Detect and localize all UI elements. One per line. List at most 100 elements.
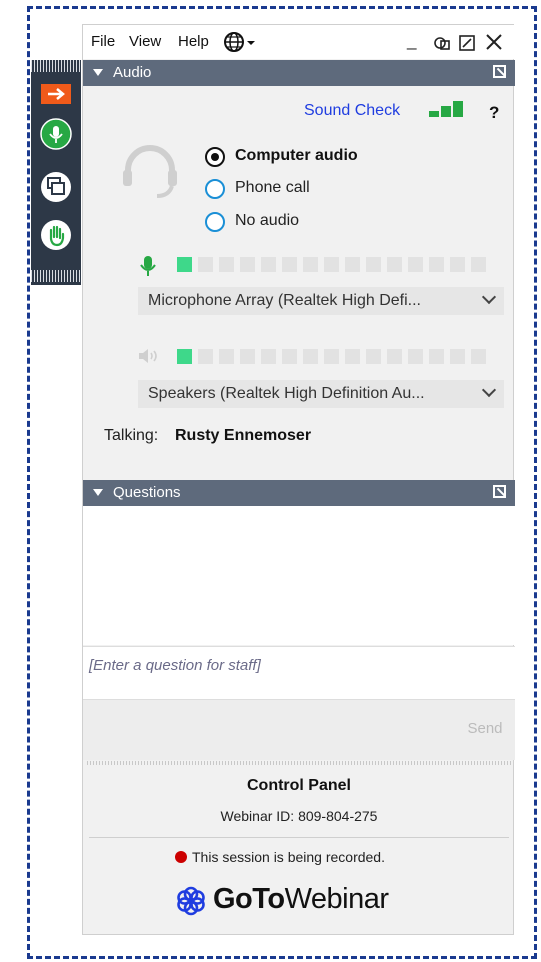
meter-segment [429,257,444,272]
meter-segment [366,349,381,364]
arrow-right-icon [41,84,71,104]
speaker-icon [137,347,163,370]
raise-hand-button[interactable] [36,217,76,253]
phone-call-label: Phone call [235,179,310,196]
speaker-device: Speakers (Realtek High Definition Au... [148,385,425,402]
microphone-toggle-button[interactable] [36,116,76,152]
resize-divider[interactable] [87,761,511,765]
webinar-id: Webinar ID: 809-804-275 [220,808,378,824]
meter-segment [366,257,381,272]
meter-segment [450,257,465,272]
detach-icon [434,37,450,50]
globe-icon [224,32,255,52]
meter-segment [324,257,339,272]
meter-segment [198,257,213,272]
mic-level-meter [177,257,486,272]
audio-panel-header[interactable]: Audio [83,60,515,86]
meter-segment [429,349,444,364]
meter-segment [450,349,465,364]
meter-segment [303,257,318,272]
close-icon [486,34,502,50]
microphone-select[interactable]: Microphone Array (Realtek High Defi... [138,287,504,315]
meter-segment [471,257,486,272]
radio-no-audio[interactable] [205,212,225,232]
meter-segment [345,257,360,272]
meter-segment [345,349,360,364]
computer-audio-label: Computer audio [235,147,358,164]
question-send-area: Send [83,699,515,760]
meter-segment [261,257,276,272]
expand-icon[interactable] [493,65,506,78]
speaker-select[interactable]: Speakers (Realtek High Definition Au... [138,380,504,408]
meter-segment [387,257,402,272]
questions-panel-title: Questions [113,484,181,501]
expand-icon[interactable] [493,485,506,498]
sound-check-link[interactable]: Sound Check [304,102,400,120]
recording-notice: This session is being recorded. [192,849,385,865]
chevron-down-icon [481,382,497,398]
talking-name: Rusty Ennemoser [175,427,312,444]
question-input[interactable]: [Enter a question for staff] [83,646,515,699]
meter-segment [219,257,234,272]
question-placeholder: [Enter a question for staff] [89,657,261,674]
microphone-icon [140,256,156,276]
side-toolbar [31,60,81,285]
radio-phone-call[interactable] [205,179,225,199]
meter-segment [324,349,339,364]
meter-segment [303,349,318,364]
no-audio-label: No audio [235,212,300,229]
minimize-button[interactable]: _ [407,31,416,51]
meter-segment [219,349,234,364]
speaker-level-meter [177,349,486,364]
meter-segment [177,257,192,272]
help-mark[interactable]: ? [489,103,499,123]
mic-level-icon [139,254,157,283]
brand-bold: GoTo [213,883,285,915]
toolbar-grip-top[interactable] [31,60,81,72]
meter-segment [282,349,297,364]
menu-help[interactable]: Help [178,33,209,50]
questions-panel-header[interactable]: Questions [83,480,515,506]
radio-computer-audio[interactable] [205,147,225,167]
close-button[interactable] [485,33,503,56]
talking-label: Talking: [104,427,159,444]
menu-view[interactable]: View [129,33,161,50]
brand-light: Webinar [284,883,389,915]
screen-view-button[interactable] [36,169,76,205]
footer-divider [89,837,509,838]
flower-logo-icon [175,885,207,922]
headset-icon [119,140,181,207]
brand-wordmark: GoToWebinar [213,883,389,916]
menu-bar: File View Help _ [83,25,515,59]
raise-hand-icon [41,220,71,250]
popout-button[interactable] [459,35,475,56]
send-button[interactable]: Send [461,717,509,741]
meter-segment [240,349,255,364]
collapse-triangle-icon [93,489,103,496]
menu-file[interactable]: File [91,33,115,50]
collapse-triangle-icon [93,69,103,76]
meter-segment [408,257,423,272]
control-panel-title: Control Panel [246,777,351,794]
questions-log [83,506,515,645]
show-hide-panel-button[interactable] [36,76,76,112]
detach-button[interactable] [433,34,451,57]
audio-panel-title: Audio [113,64,152,81]
meter-segment [282,257,297,272]
meter-segment [198,349,213,364]
meter-segment [240,257,255,272]
recording-dot-icon [175,851,187,863]
chevron-down-icon [481,289,497,305]
control-panel-window: File View Help _ Audio Sound Check ? Com… [82,24,515,935]
microphone-device: Microphone Array (Realtek High Defi... [148,292,421,309]
screen-share-icon [41,172,71,202]
meter-segment [177,349,192,364]
popout-icon [459,35,475,51]
meter-segment [387,349,402,364]
meter-segment [408,349,423,364]
toolbar-grip-bottom[interactable] [31,270,81,282]
language-button[interactable] [223,31,259,58]
meter-segment [261,349,276,364]
meter-segment [471,349,486,364]
minimize-icon: _ [407,31,417,50]
